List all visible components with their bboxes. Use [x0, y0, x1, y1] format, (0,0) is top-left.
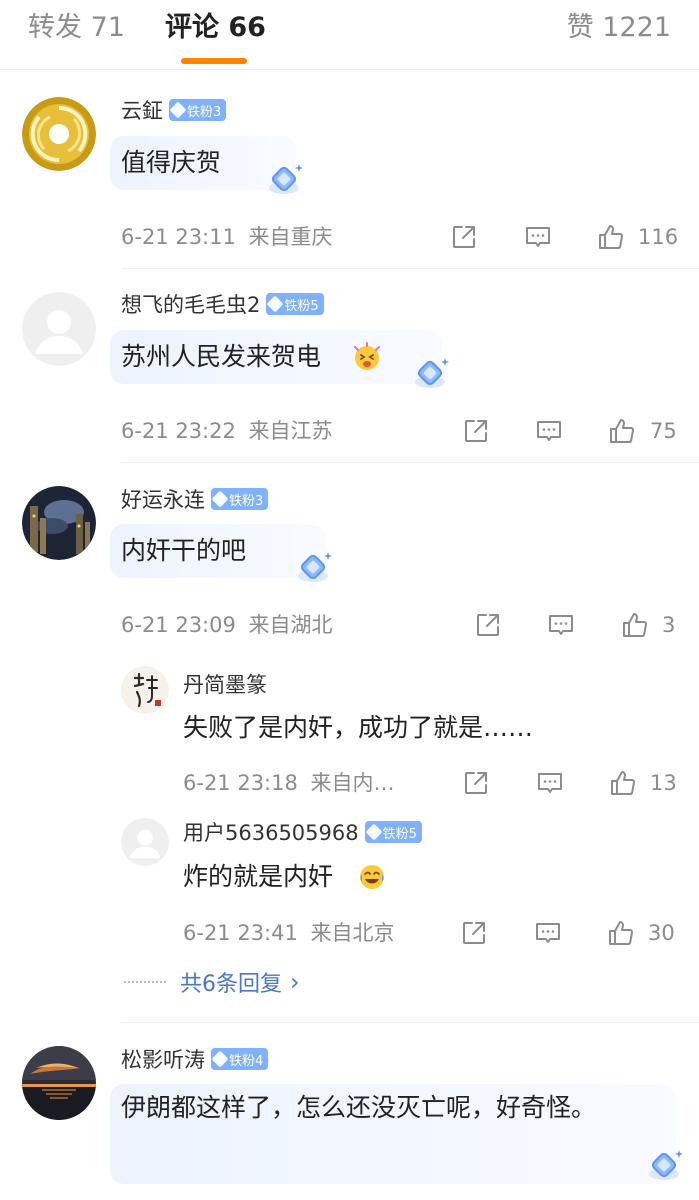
active-tab-indicator [181, 58, 247, 64]
comment-text: 苏州人民发来贺电 [121, 342, 322, 371]
comment-time: 6-21 23:09 [121, 613, 236, 637]
diamond-icon [211, 1050, 229, 1068]
tab-comments[interactable]: 评论 66 [165, 10, 266, 46]
comment-text: 伊朗都这样了，怎么还没灭亡呢，好奇怪。 [121, 1093, 597, 1122]
golden-swirl-avatar-icon [22, 97, 96, 171]
sunset-lake-avatar-icon [22, 1046, 96, 1120]
comment-time: 6-21 23:22 [121, 419, 236, 443]
reply-meta: 6-21 23:18 来自内… [183, 769, 395, 797]
diamond-decoration-icon [414, 357, 450, 389]
username[interactable]: 好运永连 [121, 484, 205, 514]
share-icon[interactable] [449, 222, 479, 252]
dotted-line [124, 981, 166, 983]
like-icon[interactable] [596, 222, 626, 252]
like-icon[interactable] [620, 610, 650, 640]
diamond-decoration-icon [268, 163, 304, 195]
comment-text: 内奸干的吧 [121, 536, 247, 565]
chevron-right-icon: › [290, 968, 300, 996]
share-icon[interactable] [461, 768, 491, 798]
reply-location: 来自北京 [310, 921, 395, 945]
fan-badge-label: 铁粉3 [229, 493, 264, 509]
comment-meta: 6-21 23:09 来自湖北 [121, 611, 333, 639]
comment-location: 来自重庆 [248, 225, 333, 249]
night-sky-avatar-icon [22, 486, 96, 560]
like-icon[interactable] [606, 918, 636, 948]
fan-badge-label: 铁粉5 [284, 298, 319, 314]
fan-badge-label: 铁粉4 [229, 1053, 264, 1069]
divider [122, 268, 699, 269]
comment-icon[interactable] [546, 610, 576, 640]
divider [122, 462, 699, 463]
comment-location: 来自江苏 [248, 419, 333, 443]
share-icon[interactable] [461, 416, 491, 446]
tab-repost[interactable]: 转发 71 [28, 10, 125, 46]
fan-badge[interactable]: 铁粉3 [211, 488, 269, 510]
comment-tabs: 转发 71 评论 66 赞 1221 [0, 0, 699, 70]
calligraphy-avatar-icon [121, 666, 169, 714]
tab-likes[interactable]: 赞 1221 [567, 10, 671, 46]
avatar[interactable] [22, 1046, 96, 1120]
reply-time: 6-21 23:18 [183, 771, 298, 795]
comment-location: 来自湖北 [248, 613, 333, 637]
comment-time: 6-21 23:11 [121, 225, 236, 249]
like-count: 116 [638, 225, 679, 249]
username[interactable]: 云鉦 [121, 95, 163, 125]
reply-meta: 6-21 23:41 来自北京 [183, 919, 395, 947]
comment-icon[interactable] [534, 416, 564, 446]
like-count: 75 [650, 419, 677, 443]
comment-meta: 6-21 23:22 来自江苏 [121, 417, 333, 445]
fan-badge-label: 铁粉3 [187, 104, 222, 120]
diamond-icon [365, 823, 383, 841]
like-icon[interactable] [608, 768, 638, 798]
comment-icon[interactable] [535, 768, 565, 798]
diamond-icon [169, 101, 187, 119]
laugh-cry-emoji-icon [360, 865, 384, 889]
like-count: 3 [662, 613, 676, 637]
diamond-icon [266, 295, 284, 313]
reply-location: 来自内… [310, 771, 395, 795]
fan-badge-label: 铁粉5 [382, 826, 417, 842]
share-icon[interactable] [473, 610, 503, 640]
reply-text: 失败了是内奸，成功了就是…… [183, 713, 534, 742]
comment-icon[interactable] [533, 918, 563, 948]
fan-badge[interactable]: 铁粉5 [364, 821, 422, 843]
diamond-decoration-icon [297, 551, 333, 583]
default-avatar-icon [121, 818, 169, 866]
avatar[interactable] [121, 666, 169, 714]
comment-meta: 6-21 23:11 来自重庆 [121, 223, 333, 251]
divider [122, 1022, 699, 1023]
fan-badge[interactable]: 铁粉5 [266, 293, 324, 315]
avatar[interactable] [22, 97, 96, 171]
default-avatar-icon [22, 292, 96, 366]
avatar[interactable] [22, 292, 96, 366]
username[interactable]: 用户5636505968 [183, 817, 359, 847]
avatar[interactable] [121, 818, 169, 866]
fan-badge[interactable]: 铁粉4 [211, 1048, 269, 1070]
more-replies-link[interactable]: 共6条回复 › [124, 966, 300, 998]
comment-text: 值得庆贺 [121, 148, 222, 177]
comment-icon[interactable] [523, 222, 553, 252]
diamond-icon [211, 490, 229, 508]
username[interactable]: 想飞的毛毛虫2 [121, 289, 260, 319]
fan-badge[interactable]: 铁粉3 [169, 99, 227, 121]
celebrate-emoji-icon [354, 342, 380, 370]
like-icon[interactable] [607, 416, 637, 446]
username[interactable]: 松影听涛 [121, 1044, 205, 1074]
more-replies-label: 共6条回复 [180, 972, 282, 997]
reply-text: 炸的就是内奸 [183, 862, 334, 891]
share-icon[interactable] [459, 918, 489, 948]
like-count: 13 [650, 771, 677, 795]
username[interactable]: 丹简墨篆 [183, 669, 267, 699]
reply-time: 6-21 23:41 [183, 921, 298, 945]
like-count: 30 [648, 921, 675, 945]
diamond-decoration-icon [648, 1149, 684, 1181]
avatar[interactable] [22, 486, 96, 560]
